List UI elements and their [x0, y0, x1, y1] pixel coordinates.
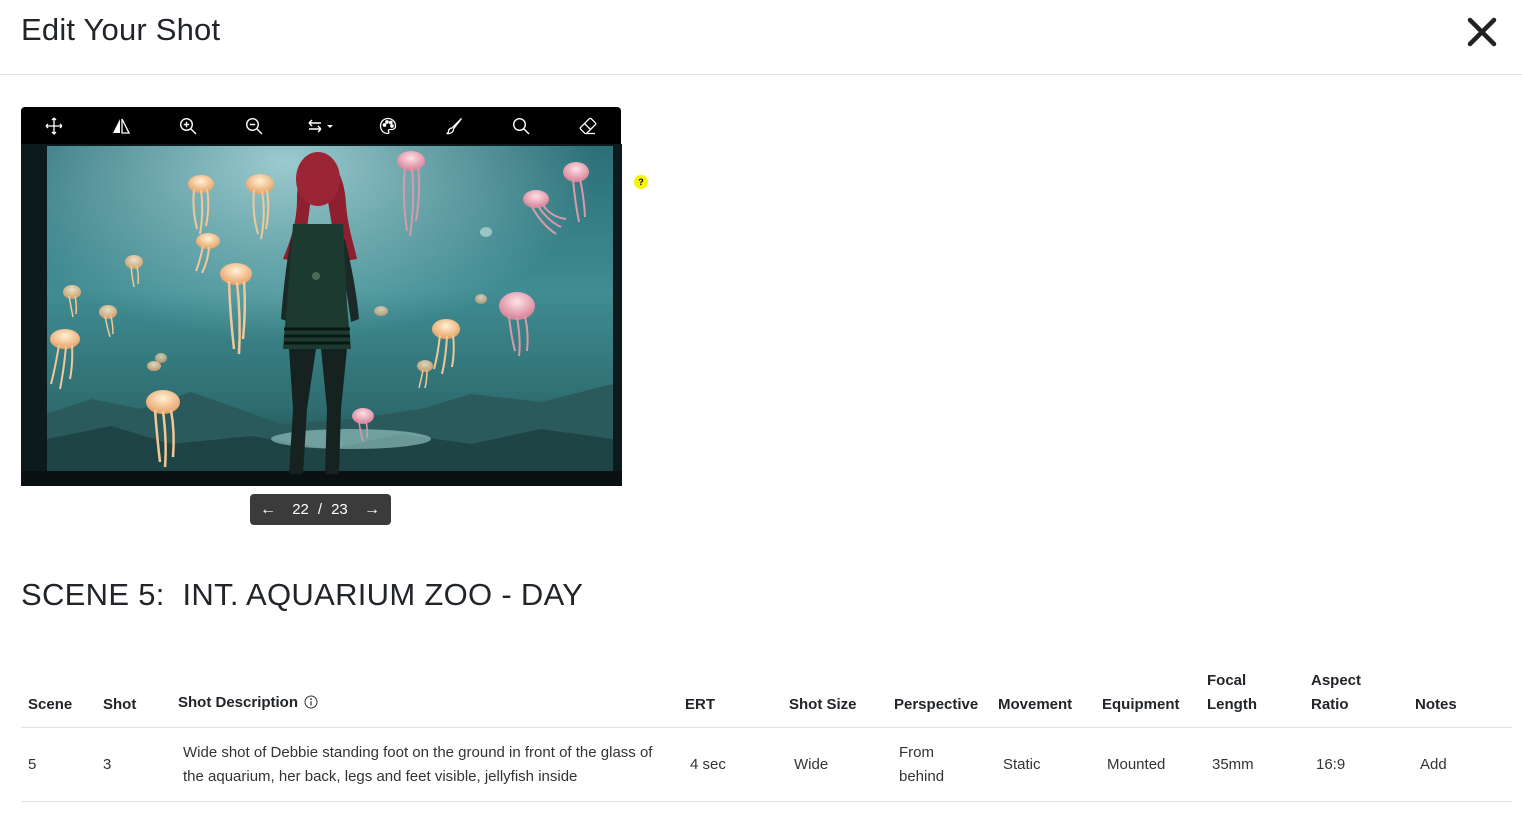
move-icon [45, 117, 63, 134]
brush-button[interactable] [421, 107, 488, 144]
cell-equipment[interactable]: Mounted [1095, 727, 1200, 802]
brush-icon [446, 117, 463, 134]
search-icon [513, 117, 530, 134]
swap-dropdown-button[interactable] [288, 107, 355, 144]
col-shot: Shot [96, 665, 171, 728]
zoom-in-icon [179, 117, 197, 134]
next-arrow-icon[interactable]: → [363, 501, 381, 519]
cell-perspective[interactable]: From behind [887, 727, 991, 802]
image-editor [21, 107, 622, 486]
zoom-out-icon [246, 117, 263, 134]
notes-add-link[interactable]: Add [1408, 727, 1512, 802]
col-perspective: Perspective [887, 665, 991, 728]
close-button[interactable] [1462, 12, 1502, 52]
close-icon [1467, 17, 1497, 47]
aquarium-shot-image [21, 144, 622, 486]
flip-icon [113, 118, 130, 134]
flip-tool-button[interactable] [88, 107, 155, 144]
col-description: Shot Description [171, 665, 678, 728]
swap-dropdown-icon [308, 119, 334, 132]
cell-shot[interactable]: 3 [96, 727, 171, 802]
image-pager: ← 22 / 23 → [250, 494, 391, 525]
zoom-out-button[interactable] [221, 107, 288, 144]
shot-image-canvas[interactable] [21, 144, 622, 486]
table-row[interactable]: 5 3 Wide shot of Debbie standing foot on… [21, 727, 1512, 802]
shot-table: Scene Shot Shot Description ERT Shot Siz… [21, 665, 1512, 802]
pager-current: 22 [292, 501, 309, 518]
search-button[interactable] [488, 107, 555, 144]
prev-arrow-icon[interactable]: ← [259, 501, 277, 519]
pager-total: 23 [331, 501, 348, 518]
cell-scene[interactable]: 5 [21, 727, 96, 802]
pager-counter: 22 / 23 [292, 501, 348, 518]
cell-shot-size[interactable]: Wide [782, 727, 887, 802]
eraser-button[interactable] [554, 107, 621, 144]
col-notes: Notes [1408, 665, 1512, 728]
move-tool-button[interactable] [21, 107, 88, 144]
cell-focal-length[interactable]: 35mm [1200, 727, 1304, 802]
cell-ert[interactable]: 4 sec [678, 727, 782, 802]
editor-toolbar [21, 107, 621, 144]
col-description-label: Shot Description [178, 694, 299, 711]
col-shot-size: Shot Size [782, 665, 887, 728]
table-header-row: Scene Shot Shot Description ERT Shot Siz… [21, 665, 1512, 728]
eraser-icon [579, 117, 596, 134]
help-icon[interactable]: ? [634, 175, 648, 189]
col-movement: Movement [991, 665, 1095, 728]
col-scene: Scene [21, 665, 96, 728]
cell-movement[interactable]: Static [991, 727, 1095, 802]
modal-header: Edit Your Shot [0, 0, 1522, 75]
cell-description[interactable]: Wide shot of Debbie standing foot on the… [171, 727, 678, 802]
col-equipment: Equipment [1095, 665, 1200, 728]
palette-button[interactable] [354, 107, 421, 144]
zoom-in-button[interactable] [154, 107, 221, 144]
cell-aspect-ratio[interactable]: 16:9 [1304, 727, 1408, 802]
col-ert: ERT [678, 665, 782, 728]
info-icon[interactable] [304, 693, 318, 717]
pager-separator: / [317, 501, 323, 518]
modal-title: Edit Your Shot [21, 12, 221, 47]
palette-icon [379, 117, 396, 134]
col-aspect-ratio: Aspect Ratio [1304, 665, 1408, 728]
col-focal-length: Focal Length [1200, 665, 1304, 728]
scene-heading: SCENE 5: INT. AQUARIUM ZOO - DAY [21, 577, 584, 612]
